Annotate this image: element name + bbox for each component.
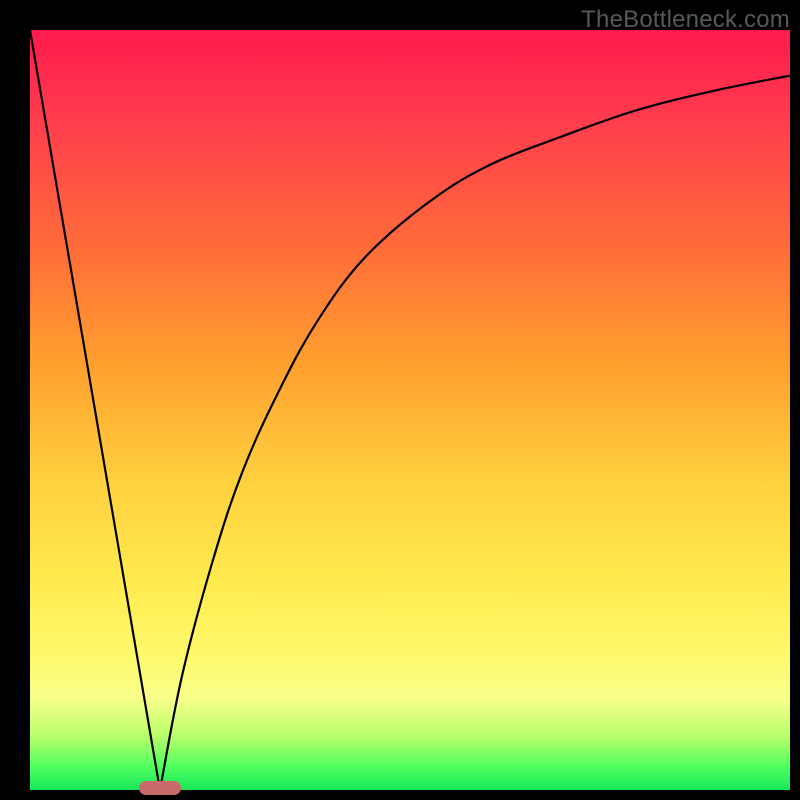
curve-path — [30, 30, 790, 790]
watermark-label: TheBottleneck.com — [581, 6, 790, 34]
chart-frame: TheBottleneck.com — [0, 0, 800, 800]
plot-area — [30, 30, 790, 790]
bottleneck-marker — [139, 781, 181, 795]
curve-svg — [30, 30, 790, 790]
